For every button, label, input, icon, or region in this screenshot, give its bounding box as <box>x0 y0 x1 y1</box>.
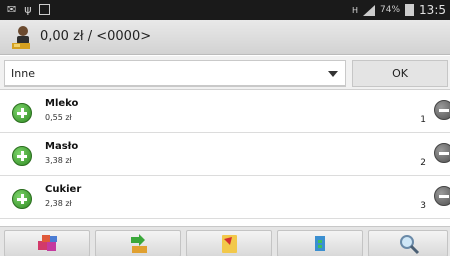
product-price: 0,55 zł <box>45 113 72 122</box>
categories-button[interactable] <box>4 230 90 256</box>
search-button[interactable] <box>368 230 448 256</box>
clock: 13:5 <box>419 3 446 17</box>
product-name: Cukier <box>45 184 82 195</box>
chevron-down-icon <box>328 71 338 77</box>
list-item: Cukier 2,38 zł 3 <box>0 177 450 219</box>
plus-icon[interactable] <box>12 146 32 166</box>
product-quantity: 3 <box>420 201 426 211</box>
cashier-icon[interactable] <box>9 24 35 51</box>
cubes-icon <box>38 235 57 251</box>
list-item: Masło 3,38 zł 2 <box>0 134 450 176</box>
bottom-toolbar <box>0 226 450 256</box>
battery-percent: 74% <box>380 5 401 15</box>
product-name: Masło <box>45 141 79 152</box>
product-quantity: 2 <box>420 158 426 168</box>
mail-icon: ✉ <box>7 3 17 16</box>
list-item: Mleko 0,55 zł 1 <box>0 91 450 133</box>
document-button[interactable] <box>186 230 272 256</box>
category-value: Inne <box>11 67 35 80</box>
minus-icon[interactable] <box>434 186 450 206</box>
scanner-button[interactable] <box>277 230 363 256</box>
scanner-icon <box>315 236 325 251</box>
product-price: 2,38 zł <box>45 199 72 208</box>
search-icon <box>400 235 420 255</box>
transfer-icon <box>131 234 147 253</box>
signal-icon <box>363 4 376 16</box>
transfer-button[interactable] <box>95 230 181 256</box>
battery-icon <box>405 4 415 16</box>
filter-toolbar: Inne OK <box>0 56 450 90</box>
plus-icon[interactable] <box>12 103 32 123</box>
image-icon <box>39 4 51 15</box>
product-name: Mleko <box>45 98 79 109</box>
product-price: 3,38 zł <box>45 156 72 165</box>
product-quantity: 1 <box>420 115 426 125</box>
category-dropdown[interactable]: Inne <box>4 60 346 87</box>
ok-button[interactable]: OK <box>352 60 448 87</box>
status-bar: ✉ ψ H 74% 13:5 <box>0 0 450 20</box>
page-title: 0,00 zł / <0000> <box>40 29 152 44</box>
usb-icon: ψ <box>24 3 32 16</box>
hplus-icon: H <box>352 5 359 15</box>
minus-icon[interactable] <box>434 100 450 120</box>
action-bar: 0,00 zł / <0000> <box>0 20 450 55</box>
minus-icon[interactable] <box>434 143 450 163</box>
plus-icon[interactable] <box>12 189 32 209</box>
document-icon <box>222 235 237 253</box>
